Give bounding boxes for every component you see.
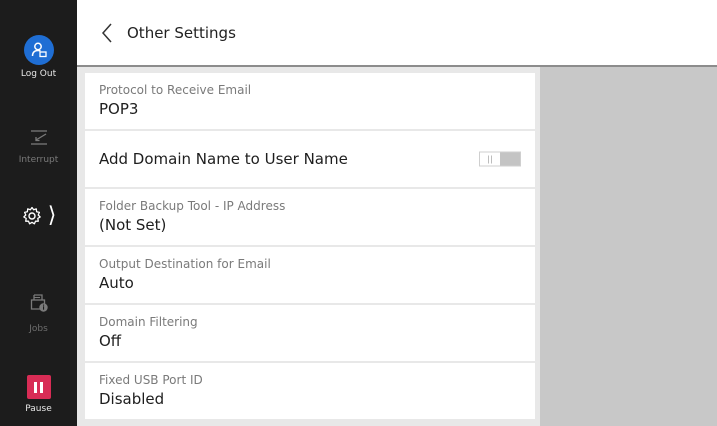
page-title: Other Settings — [127, 23, 236, 42]
chevron-right-icon: ⟩ — [47, 203, 57, 228]
item-label: Output Destination for Email — [99, 257, 271, 271]
item-value: Auto — [99, 274, 134, 292]
header-bar: Other Settings — [77, 0, 717, 67]
back-button[interactable] — [89, 13, 125, 53]
item-value: POP3 — [99, 100, 139, 118]
side-panel — [540, 67, 717, 426]
item-label: Domain Filtering — [99, 315, 198, 329]
logout-icon-circle — [23, 35, 54, 65]
item-label: Protocol to Receive Email — [99, 83, 252, 97]
pause-button[interactable]: Pause — [0, 375, 77, 414]
output-destination-email-item[interactable]: Output Destination for Email Auto — [85, 247, 535, 303]
content-area: Protocol to Receive Email POP3 Add Domai… — [77, 67, 717, 426]
logout-label: Log Out — [20, 69, 57, 79]
interrupt-button[interactable]: Interrupt — [0, 128, 77, 165]
user-logout-icon — [31, 42, 47, 58]
item-label: Fixed USB Port ID — [99, 373, 203, 387]
protocol-receive-email-item[interactable]: Protocol to Receive Email POP3 — [85, 73, 535, 129]
printer-jobs-icon — [30, 294, 48, 312]
folder-backup-ip-item[interactable]: Folder Backup Tool - IP Address (Not Set… — [85, 189, 535, 245]
logout-button[interactable]: Log Out — [0, 35, 77, 79]
jobs-label: Jobs — [29, 324, 48, 334]
domain-filtering-item[interactable]: Domain Filtering Off — [85, 305, 535, 361]
gear-icon — [22, 206, 41, 225]
device-settings-button[interactable]: ⟩ — [0, 205, 77, 227]
item-label: Add Domain Name to User Name — [99, 150, 348, 168]
item-value: (Not Set) — [99, 216, 167, 234]
jobs-button[interactable]: Jobs — [0, 292, 77, 334]
domain-name-toggle[interactable] — [479, 151, 521, 167]
interrupt-label: Interrupt — [18, 155, 59, 165]
sidebar: Log Out Interrupt ⟩ Jobs Pause — [0, 0, 77, 426]
chevron-left-icon — [101, 23, 112, 42]
pause-label: Pause — [25, 404, 52, 414]
pause-icon — [26, 375, 51, 399]
fixed-usb-port-item[interactable]: Fixed USB Port ID Disabled — [85, 363, 535, 419]
add-domain-name-item[interactable]: Add Domain Name to User Name — [85, 131, 535, 187]
settings-list: Protocol to Receive Email POP3 Add Domai… — [85, 73, 535, 419]
interrupt-icon — [30, 130, 47, 145]
item-label: Folder Backup Tool - IP Address — [99, 199, 286, 213]
item-value: Disabled — [99, 390, 165, 408]
item-value: Off — [99, 332, 122, 350]
